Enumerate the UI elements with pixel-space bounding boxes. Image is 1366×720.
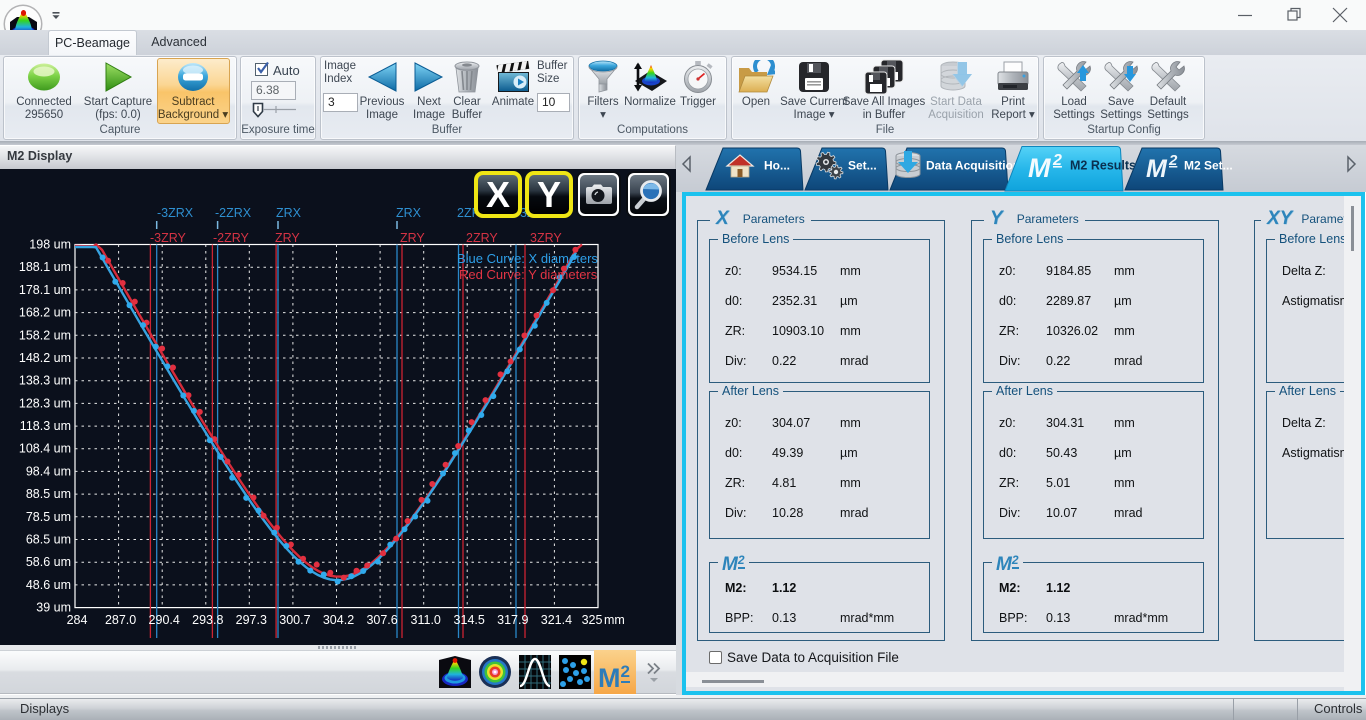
svg-text:297.3: 297.3 [236,613,267,627]
svg-text:138.3 um: 138.3 um [19,374,71,388]
svg-text:ZRX: ZRX [276,206,302,220]
svg-text:321.4: 321.4 [541,613,572,627]
svg-text:317.9: 317.9 [497,613,528,627]
svg-text:-3ZRY: -3ZRY [150,231,187,245]
svg-text:mm: mm [604,613,625,627]
svg-text:Red Curve: Y diameters: Red Curve: Y diameters [459,267,598,282]
svg-text:88.5 um: 88.5 um [26,487,71,501]
svg-text:198 um: 198 um [29,238,71,252]
svg-text:-2ZRY: -2ZRY [213,231,250,245]
svg-text:58.6 um: 58.6 um [26,555,71,569]
svg-text:2ZRY: 2ZRY [466,231,498,245]
svg-text:2: 2 [1168,152,1178,169]
svg-text:304.2: 304.2 [323,613,354,627]
svg-text:-2ZRX: -2ZRX [215,206,252,220]
svg-text:293.8: 293.8 [192,613,223,627]
svg-text:Ho...: Ho... [764,159,790,173]
svg-text:325: 325 [582,613,603,627]
svg-text:Data Acquisition: Data Acquisition [926,159,1020,173]
svg-text:M2 Results: M2 Results [1070,159,1136,173]
svg-text:68.5 um: 68.5 um [26,533,71,547]
svg-text:314.5: 314.5 [454,613,485,627]
svg-text:M: M [1028,153,1051,183]
svg-text:307.6: 307.6 [366,613,397,627]
svg-text:2: 2 [1052,152,1062,169]
svg-text:158.2 um: 158.2 um [19,328,71,342]
svg-text:M: M [1146,155,1168,183]
svg-text:Blue Curve: X diameters: Blue Curve: X diameters [457,251,598,266]
svg-text:M2 Set...: M2 Set... [1184,159,1233,173]
svg-text:311.0: 311.0 [411,613,441,627]
svg-text:108.4 um: 108.4 um [19,442,71,456]
svg-text:178.1 um: 178.1 um [19,283,71,297]
svg-text:148.2 um: 148.2 um [19,351,71,365]
svg-text:118.3 um: 118.3 um [20,419,71,433]
svg-text:ZRX: ZRX [396,206,422,220]
svg-text:78.5 um: 78.5 um [26,510,71,524]
svg-text:ZRY: ZRY [275,231,300,245]
svg-text:-3ZRX: -3ZRX [157,206,194,220]
svg-text:300.7: 300.7 [279,613,310,627]
svg-text:188.1 um: 188.1 um [19,260,71,274]
svg-text:284: 284 [67,613,88,627]
svg-text:128.3 um: 128.3 um [19,396,71,410]
svg-text:ZRY: ZRY [400,231,425,245]
svg-text:168.2 um: 168.2 um [19,306,71,320]
svg-text:290.4: 290.4 [149,613,180,627]
svg-text:287.0: 287.0 [105,613,136,627]
svg-text:Set...: Set... [848,159,877,173]
svg-text:98.4 um: 98.4 um [26,464,71,478]
svg-text:48.6 um: 48.6 um [26,578,71,592]
svg-text:3ZRY: 3ZRY [530,231,562,245]
